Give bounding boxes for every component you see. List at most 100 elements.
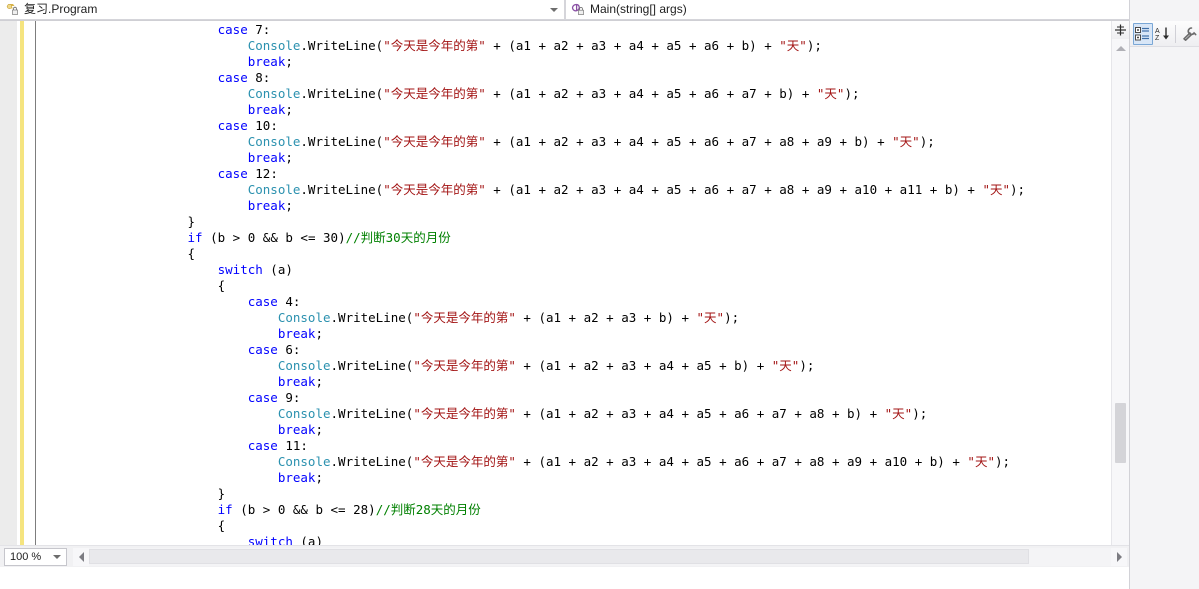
type-dropdown[interactable]: 复习.Program bbox=[0, 0, 565, 20]
code-token-str: "天" bbox=[816, 86, 845, 101]
categorized-view-button[interactable] bbox=[1133, 22, 1153, 45]
code-token-pl: : bbox=[292, 390, 301, 405]
code-line[interactable]: if (b > 0 && b <= 30)//判断30天的月份 bbox=[37, 230, 1025, 246]
horizontal-scrollbar-track[interactable] bbox=[89, 547, 1111, 566]
code-token-pl: ); bbox=[799, 358, 815, 373]
code-line[interactable]: Console.WriteLine("今天是今年的第" + (a1 + a2 +… bbox=[37, 406, 1025, 422]
code-line[interactable]: Console.WriteLine("今天是今年的第" + (a1 + a2 +… bbox=[37, 86, 1025, 102]
scroll-up-button[interactable] bbox=[1112, 40, 1129, 56]
code-token-pl: && b <= bbox=[255, 230, 323, 245]
code-line[interactable]: case 7: bbox=[37, 22, 1025, 38]
vertical-scrollbar[interactable] bbox=[1111, 21, 1129, 567]
member-dropdown[interactable]: Main(string[] args) bbox=[565, 0, 1129, 20]
vertical-scrollbar-thumb[interactable] bbox=[1115, 403, 1126, 463]
code-line[interactable]: { bbox=[37, 246, 1025, 262]
svg-text:Z: Z bbox=[1155, 35, 1160, 42]
chevron-down-icon[interactable] bbox=[550, 7, 558, 12]
code-lines[interactable]: case 7: Console.WriteLine("今天是今年的第" + (a… bbox=[37, 21, 1026, 551]
code-line[interactable]: break; bbox=[37, 422, 1025, 438]
code-token-cmt: //判断30天的月份 bbox=[345, 230, 451, 245]
code-line[interactable]: case 9: bbox=[37, 390, 1025, 406]
code-line[interactable]: break; bbox=[37, 198, 1025, 214]
code-token-pl: : bbox=[300, 438, 308, 453]
code-token-str: "今天是今年的第" bbox=[383, 86, 486, 101]
code-line[interactable]: Console.WriteLine("今天是今年的第" + (a1 + a2 +… bbox=[37, 358, 1025, 374]
code-line[interactable]: switch (a) bbox=[37, 262, 1025, 278]
code-line[interactable]: case 12: bbox=[37, 166, 1025, 182]
scroll-left-button[interactable] bbox=[73, 548, 89, 566]
code-token-pl: : bbox=[292, 342, 301, 357]
alphabetical-sort-button[interactable]: A Z bbox=[1153, 23, 1173, 45]
code-line[interactable]: break; bbox=[37, 150, 1025, 166]
code-token-pl: : bbox=[270, 118, 278, 133]
code-line[interactable]: Console.WriteLine("今天是今年的第" + (a1 + a2 +… bbox=[37, 310, 1025, 326]
type-dropdown-label: 复习.Program bbox=[24, 2, 98, 16]
code-line[interactable]: Console.WriteLine("今天是今年的第" + (a1 + a2 +… bbox=[37, 182, 1025, 198]
code-line[interactable]: case 6: bbox=[37, 342, 1025, 358]
indicator-margin[interactable] bbox=[0, 21, 18, 567]
code-line[interactable]: break; bbox=[37, 326, 1025, 342]
code-line[interactable]: case 11: bbox=[37, 438, 1025, 454]
code-text-surface[interactable]: case 7: Console.WriteLine("今天是今年的第" + (a… bbox=[37, 21, 1110, 551]
code-token-pl: && b <= bbox=[285, 502, 354, 517]
code-token-kw: case bbox=[217, 70, 256, 85]
code-token-pl: .WriteLine( bbox=[300, 182, 384, 197]
split-view-handle[interactable] bbox=[1112, 21, 1129, 39]
code-token-str: "天" bbox=[982, 182, 1011, 197]
code-token-num: 10 bbox=[255, 118, 271, 133]
code-editor[interactable]: case 7: Console.WriteLine("今天是今年的第" + (a… bbox=[0, 21, 1129, 567]
code-token-str: "天" bbox=[884, 406, 913, 421]
code-token-type: Console bbox=[277, 454, 331, 469]
code-token-pl: .WriteLine( bbox=[330, 310, 414, 325]
code-line[interactable]: if (b > 0 && b <= 28)//判断28天的月份 bbox=[37, 502, 1025, 518]
code-token-pl: : bbox=[270, 166, 278, 181]
code-token-kw: break bbox=[277, 374, 316, 389]
selection-margin[interactable] bbox=[24, 21, 36, 567]
code-token-pl: ); bbox=[806, 38, 822, 53]
code-line[interactable]: { bbox=[37, 278, 1025, 294]
code-token-pl: ; bbox=[315, 422, 323, 437]
code-line[interactable]: case 10: bbox=[37, 118, 1025, 134]
horizontal-scrollbar-thumb[interactable] bbox=[89, 548, 1029, 564]
code-line[interactable]: break; bbox=[37, 102, 1025, 118]
horizontal-scrollbar[interactable] bbox=[73, 547, 1127, 566]
class-icon bbox=[4, 2, 21, 17]
scroll-right-button[interactable] bbox=[1111, 548, 1127, 566]
properties-page-button[interactable] bbox=[1179, 23, 1199, 45]
code-token-pl: ; bbox=[315, 470, 323, 485]
code-line[interactable]: break; bbox=[37, 470, 1025, 486]
code-line[interactable]: case 8: bbox=[37, 70, 1025, 86]
code-line[interactable]: { bbox=[37, 518, 1025, 534]
code-line[interactable]: case 4: bbox=[37, 294, 1025, 310]
code-line[interactable]: break; bbox=[37, 374, 1025, 390]
code-token-pl: (b > bbox=[202, 230, 248, 245]
code-token-pl: ; bbox=[315, 326, 323, 341]
svg-text:A: A bbox=[1155, 28, 1160, 35]
zoom-level-dropdown[interactable]: 100 % bbox=[4, 547, 67, 566]
code-line[interactable]: } bbox=[37, 486, 1025, 502]
code-line[interactable]: break; bbox=[37, 54, 1025, 70]
code-token-pl: } bbox=[187, 214, 196, 229]
code-line[interactable]: Console.WriteLine("今天是今年的第" + (a1 + a2 +… bbox=[37, 38, 1025, 54]
code-token-kw: case bbox=[247, 390, 286, 405]
code-token-pl: ; bbox=[285, 150, 293, 165]
code-token-kw: if bbox=[217, 502, 233, 517]
code-token-kw: case bbox=[217, 166, 256, 181]
code-token-kw: break bbox=[247, 54, 286, 69]
code-token-pl: + (a1 + a2 + a3 + a4 + a5 + a6 + a7 + a8… bbox=[485, 134, 893, 149]
code-line[interactable]: Console.WriteLine("今天是今年的第" + (a1 + a2 +… bbox=[37, 134, 1025, 150]
code-token-pl: { bbox=[217, 518, 226, 533]
code-token-str: "天" bbox=[696, 310, 725, 325]
code-token-str: "今天是今年的第" bbox=[383, 38, 486, 53]
code-line[interactable]: Console.WriteLine("今天是今年的第" + (a1 + a2 +… bbox=[37, 454, 1025, 470]
chevron-down-icon[interactable] bbox=[53, 554, 61, 559]
code-token-num: 4 bbox=[285, 294, 293, 309]
code-line[interactable]: } bbox=[37, 214, 1025, 230]
code-token-str: "天" bbox=[892, 134, 920, 149]
